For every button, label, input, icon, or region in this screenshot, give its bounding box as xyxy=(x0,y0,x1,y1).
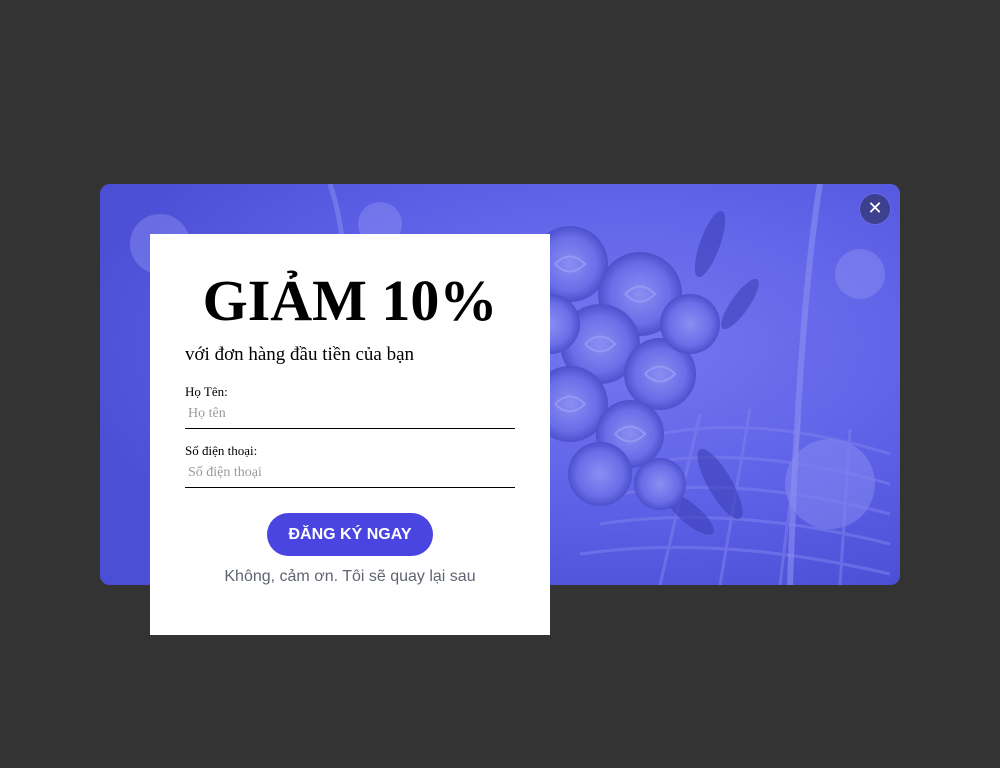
phone-field-label: Số điện thoại: xyxy=(185,443,258,458)
signup-form-card: GIẢM 10% với đơn hàng đầu tiền của bạn H… xyxy=(150,234,550,635)
cta-wrapper: ĐĂNG KÝ NGAY xyxy=(185,513,515,556)
name-input[interactable] xyxy=(185,402,515,429)
discount-subheadline: với đơn hàng đầu tiền của bạn xyxy=(185,344,415,365)
register-now-button[interactable]: ĐĂNG KÝ NGAY xyxy=(266,513,434,556)
decline-link[interactable]: Không, cảm ơn. Tôi sẽ quay lại sau xyxy=(185,568,515,586)
name-field-group: Họ Tên: xyxy=(185,384,515,429)
phone-field-group: Số điện thoại: xyxy=(185,443,515,488)
close-button[interactable]: ✕ xyxy=(860,194,890,224)
close-icon: ✕ xyxy=(867,198,883,219)
discount-headline: GIẢM 10% xyxy=(202,268,498,333)
name-field-label: Họ Tên: xyxy=(185,384,228,399)
phone-input[interactable] xyxy=(185,461,515,488)
